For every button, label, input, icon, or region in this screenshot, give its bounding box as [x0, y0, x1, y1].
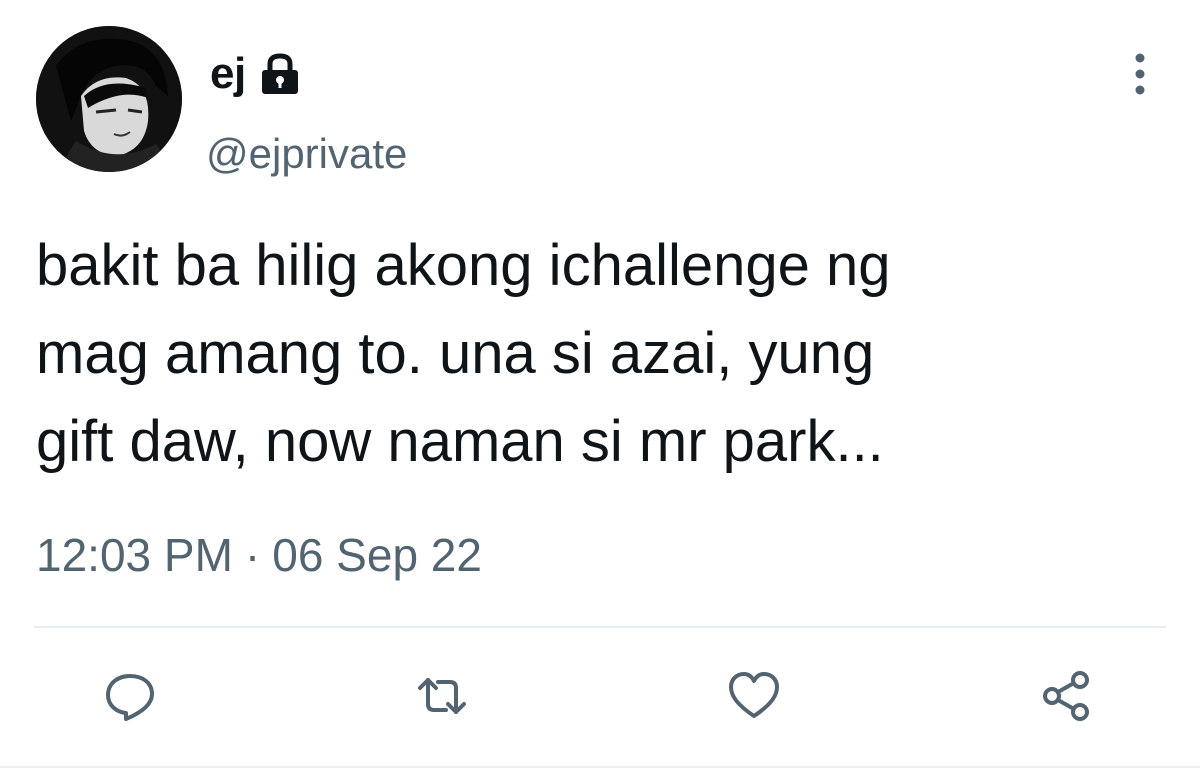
name-row: ej [210, 44, 306, 104]
display-name[interactable]: ej [210, 49, 246, 99]
like-icon [729, 672, 779, 718]
tweet-date: 06 Sep 22 [272, 529, 482, 581]
divider [34, 626, 1166, 628]
tweet-timestamp[interactable]: 12:03 PM · 06 Sep 22 [36, 528, 482, 582]
reply-icon [106, 674, 154, 721]
user-handle[interactable]: @ejprivate [206, 130, 407, 178]
tweet-text: bakit ba hilig akong ichallenge ng mag a… [36, 233, 891, 474]
bottom-divider [0, 766, 1200, 768]
share-button[interactable] [1034, 664, 1098, 728]
tweet-time: 12:03 PM [36, 529, 233, 581]
lock-icon [254, 52, 306, 96]
reply-button[interactable] [98, 664, 162, 728]
retweet-button[interactable] [410, 664, 474, 728]
retweet-icon [418, 678, 466, 714]
avatar-image [36, 26, 182, 172]
timestamp-separator: · [244, 529, 261, 581]
like-button[interactable] [722, 664, 786, 728]
avatar[interactable] [36, 26, 182, 172]
more-options-icon[interactable] [1122, 48, 1158, 100]
tweet-card: ej @ejprivate bakit ba hilig akong ichal… [0, 0, 1200, 782]
share-icon [1043, 671, 1089, 721]
